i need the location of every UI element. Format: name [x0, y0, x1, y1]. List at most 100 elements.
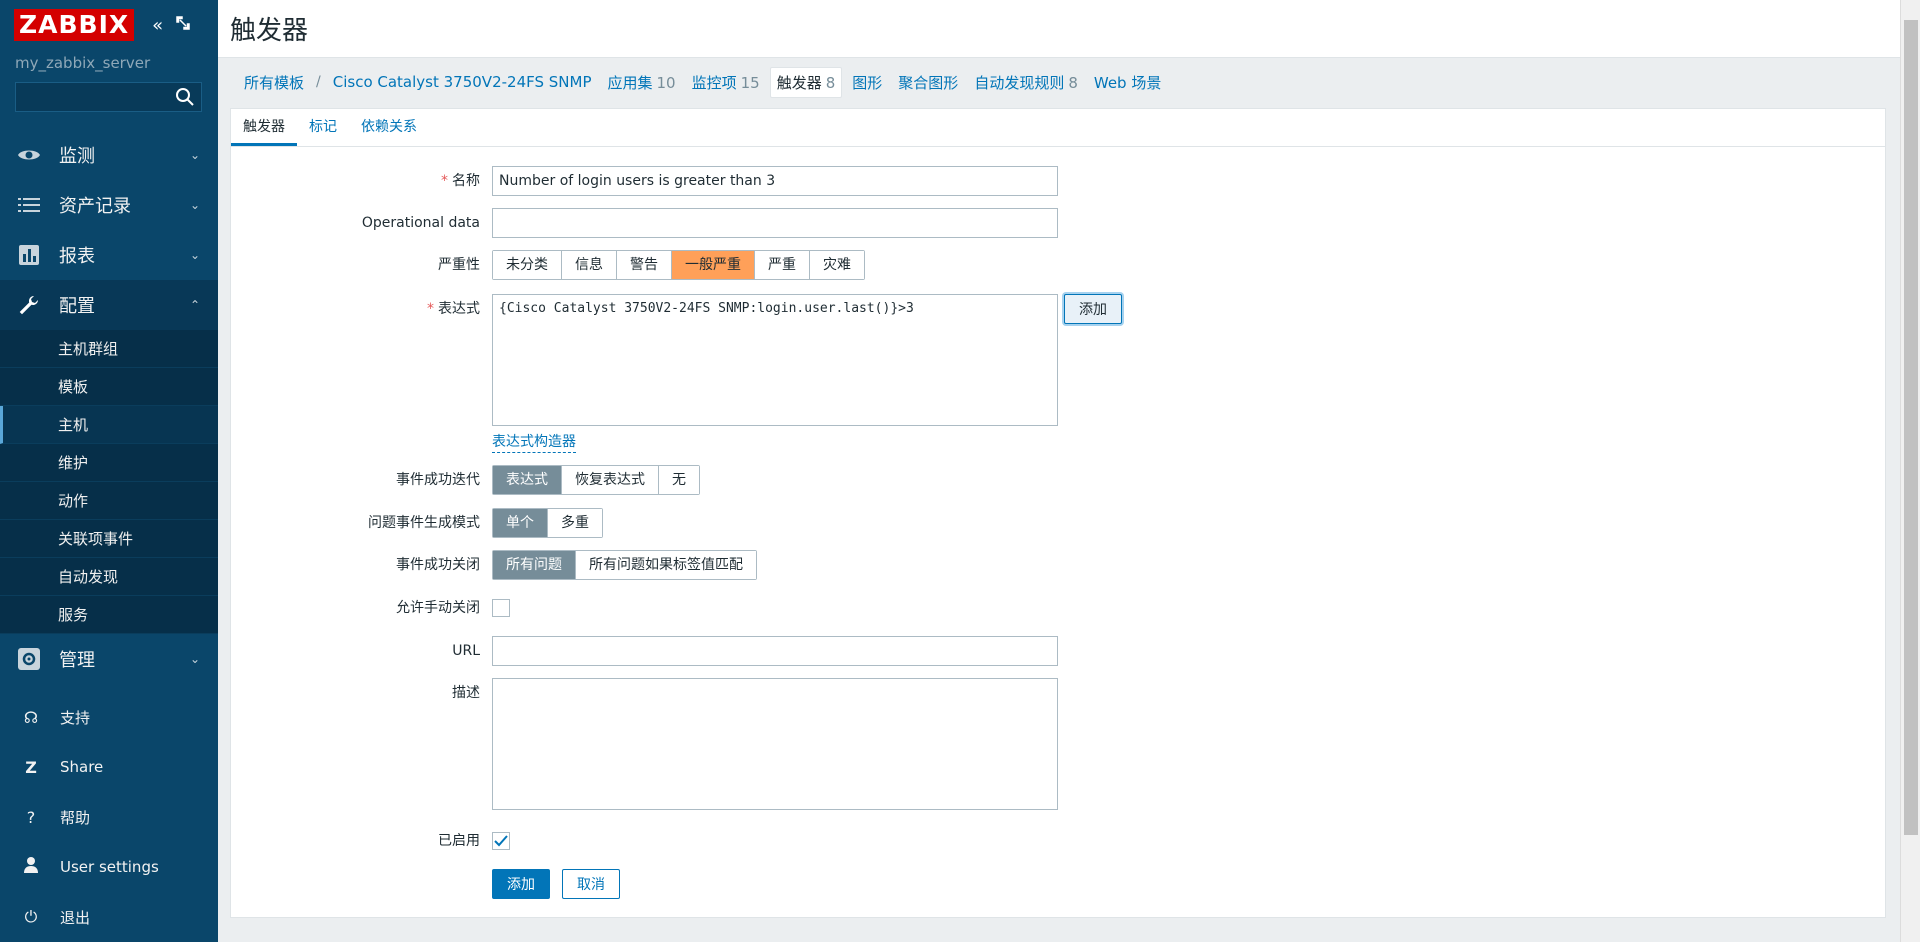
- power-icon: ⏻: [24, 907, 38, 926]
- submenu-maintenance[interactable]: 维护: [0, 444, 218, 482]
- breadcrumb-screens[interactable]: 聚合图形: [892, 68, 964, 97]
- submenu-discovery[interactable]: 自动发现: [0, 558, 218, 596]
- menu-administration-label: 管理: [59, 650, 95, 671]
- menu-administration[interactable]: 管理 ⌄: [0, 634, 218, 684]
- submenu-templates[interactable]: 模板: [0, 368, 218, 406]
- help-icon: ?: [26, 807, 36, 827]
- ok-close-tag-match[interactable]: 所有问题如果标签值匹配: [576, 551, 756, 579]
- severity-disaster[interactable]: 灾难: [810, 251, 864, 279]
- breadcrumb-triggers[interactable]: 触发器 8: [769, 66, 843, 98]
- search-icon[interactable]: [175, 87, 195, 107]
- breadcrumb: 所有模板 / Cisco Catalyst 3750V2-24FS SNMP 应…: [218, 58, 1900, 106]
- row-expression-builder: 表达式构造器: [231, 432, 576, 453]
- ok-event-selector: 表达式 恢复表达式 无: [492, 465, 700, 495]
- breadcrumb-graphs[interactable]: 图形: [846, 68, 888, 97]
- kiosk-mode-icon[interactable]: [175, 15, 191, 36]
- support-label: 支持: [60, 708, 91, 727]
- severity-warning[interactable]: 警告: [617, 251, 672, 279]
- severity-high[interactable]: 严重: [755, 251, 810, 279]
- menu-reports[interactable]: 报表 ⌄: [0, 230, 218, 280]
- ok-event-recovery[interactable]: 恢复表达式: [562, 466, 659, 494]
- submenu-host-groups[interactable]: 主机群组: [0, 330, 218, 368]
- manual-close-label: 允许手动关闭: [396, 600, 480, 616]
- row-enabled: 已启用: [231, 826, 510, 856]
- applications-label: 应用集: [607, 73, 653, 92]
- problem-mode-single[interactable]: 单个: [493, 509, 548, 537]
- description-label: 描述: [452, 685, 480, 701]
- breadcrumb-all-templates[interactable]: 所有模板: [238, 68, 310, 97]
- tab-dependencies[interactable]: 依赖关系: [349, 109, 429, 146]
- search-box[interactable]: [15, 82, 202, 112]
- required-marker: *: [441, 173, 448, 189]
- help-link[interactable]: ? 帮助: [0, 792, 218, 842]
- collapse-sidebar-icon[interactable]: «: [152, 15, 163, 36]
- submenu-actions[interactable]: 动作: [0, 482, 218, 520]
- expression-textarea[interactable]: {Cisco Catalyst 3750V2-24FS SNMP:login.u…: [492, 294, 1058, 426]
- name-input[interactable]: [492, 166, 1058, 196]
- page-scrollbar[interactable]: [1900, 0, 1920, 942]
- problem-mode-label: 问题事件生成模式: [368, 515, 480, 531]
- description-textarea[interactable]: [492, 678, 1058, 810]
- submenu-correlation[interactable]: 关联项事件: [0, 520, 218, 558]
- support-link[interactable]: ☊ 支持: [0, 692, 218, 742]
- problem-mode-multiple[interactable]: 多重: [548, 509, 602, 537]
- opdata-input[interactable]: [492, 208, 1058, 238]
- user-settings-link[interactable]: User settings: [0, 842, 218, 892]
- submenu-services[interactable]: 服务: [0, 596, 218, 634]
- cancel-button[interactable]: 取消: [562, 869, 620, 899]
- user-icon: [22, 857, 40, 877]
- enabled-checkbox[interactable]: [492, 832, 510, 850]
- menu-inventory-label: 资产记录: [59, 196, 131, 217]
- required-marker: *: [427, 301, 434, 317]
- severity-information[interactable]: 信息: [562, 251, 617, 279]
- breadcrumb-applications[interactable]: 应用集 10: [602, 68, 682, 97]
- breadcrumb-web[interactable]: Web 场景: [1088, 68, 1167, 97]
- user-settings-label: User settings: [60, 858, 159, 876]
- expression-builder-link[interactable]: 表达式构造器: [492, 432, 576, 453]
- row-expression: * 表达式 {Cisco Catalyst 3750V2-24FS SNMP:lo…: [231, 294, 1122, 426]
- menu-configuration[interactable]: 配置 ⌃: [0, 280, 218, 330]
- chevron-down-icon: ⌄: [189, 198, 200, 212]
- row-url: URL: [231, 636, 1058, 666]
- scrollbar-thumb[interactable]: [1904, 20, 1918, 835]
- url-input[interactable]: [492, 636, 1058, 666]
- ok-close-all[interactable]: 所有问题: [493, 551, 576, 579]
- ok-event-label: 事件成功迭代: [396, 472, 480, 488]
- logout-link[interactable]: ⏻ 退出: [0, 892, 218, 942]
- add-button[interactable]: 添加: [492, 869, 550, 899]
- sidebar: ZABBIX « my_zabbix_server 监测 ⌄ 资产记录 ⌄ 报表…: [0, 0, 218, 942]
- expression-add-button[interactable]: 添加: [1064, 294, 1122, 324]
- menu-inventory[interactable]: 资产记录 ⌄: [0, 180, 218, 230]
- tab-tags[interactable]: 标记: [297, 109, 349, 146]
- severity-selector: 未分类 信息 警告 一般严重 严重 灾难: [492, 250, 865, 280]
- menu-monitoring[interactable]: 监测 ⌄: [0, 130, 218, 180]
- menu-monitoring-label: 监测: [59, 146, 95, 167]
- severity-average[interactable]: 一般严重: [672, 251, 755, 279]
- search-input[interactable]: [16, 83, 201, 111]
- checkmark-icon: [494, 835, 508, 847]
- list-icon: [17, 193, 41, 217]
- ok-close-label: 事件成功关闭: [396, 557, 480, 573]
- problem-mode-selector: 单个 多重: [492, 508, 603, 538]
- breadcrumb-template[interactable]: Cisco Catalyst 3750V2-24FS SNMP: [327, 69, 598, 95]
- ok-event-none[interactable]: 无: [659, 466, 699, 494]
- chevron-up-icon: ⌃: [189, 298, 200, 312]
- chevron-down-icon: ⌄: [189, 652, 200, 666]
- submenu-hosts[interactable]: 主机: [0, 406, 218, 444]
- ok-event-expression[interactable]: 表达式: [493, 466, 562, 494]
- page-header: 触发器: [218, 0, 1900, 58]
- manual-close-checkbox[interactable]: [492, 599, 510, 617]
- share-link[interactable]: Z Share: [0, 742, 218, 792]
- breadcrumb-items[interactable]: 监控项 15: [686, 68, 766, 97]
- tab-trigger[interactable]: 触发器: [231, 109, 297, 146]
- bar-chart-icon: [17, 243, 41, 267]
- row-buttons: 添加 取消: [231, 869, 620, 899]
- configuration-submenu: 主机群组 模板 主机 维护 动作 关联项事件 自动发现 服务: [0, 330, 218, 634]
- row-description: 描述: [231, 678, 1058, 810]
- row-ok-event: 事件成功迭代 表达式 恢复表达式 无: [231, 465, 700, 495]
- breadcrumb-discovery[interactable]: 自动发现规则 8: [968, 68, 1084, 97]
- zabbix-logo[interactable]: ZABBIX: [14, 9, 135, 41]
- severity-not-classified[interactable]: 未分类: [493, 251, 562, 279]
- url-label: URL: [452, 643, 480, 659]
- row-ok-close: 事件成功关闭 所有问题 所有问题如果标签值匹配: [231, 550, 757, 580]
